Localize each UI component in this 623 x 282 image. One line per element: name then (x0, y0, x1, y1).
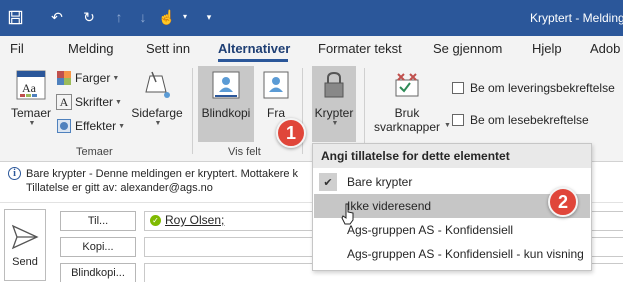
paint-bucket-icon (140, 68, 174, 102)
to-recipient[interactable]: ✓ Roy Olsen; (150, 213, 224, 227)
tab-hjelp[interactable]: Hjelp (532, 41, 562, 56)
bcc-label: Blindkopi (201, 106, 251, 120)
callout-badge-1: 1 (276, 118, 306, 148)
chevron-down-icon: ▼ (154, 120, 162, 127)
group-label-themes: Temaer (76, 146, 113, 158)
effects-label: Effekter (75, 119, 117, 133)
to-button[interactable]: Til... (60, 211, 136, 231)
voting-icon (390, 68, 424, 102)
fonts-button[interactable]: A Skrifter ▼ (56, 92, 122, 112)
save-icon[interactable] (6, 8, 24, 26)
tab-formater-tekst[interactable]: Formater tekst (318, 41, 402, 56)
checkbox-box[interactable] (452, 114, 464, 126)
menu-header: Angi tillatelse for dette elementet (313, 144, 591, 168)
page-color-button[interactable]: Sidefarge ▼ (130, 66, 184, 142)
menu-item-label: Ikke videresend (347, 199, 432, 213)
group-separator (192, 68, 193, 154)
menu-item-label: Ags-gruppen AS - Konfidensiell (347, 223, 514, 237)
palette-icon (56, 70, 72, 86)
redo-icon[interactable]: ↻ (80, 8, 98, 26)
effects-button[interactable]: Effekter ▼ (56, 116, 125, 136)
chevron-down-icon: ▼ (28, 120, 36, 127)
menu-item-encrypt-only[interactable]: ✔ Bare krypter (314, 170, 590, 194)
chevron-down-icon: ▼ (115, 98, 122, 106)
bcc-button[interactable]: Blindkopi... (60, 263, 136, 282)
encrypt-button[interactable]: Krypter ▼ (312, 66, 356, 142)
group-label-show-fields: Vis felt (228, 146, 261, 158)
window-title: Kryptert - Melding (530, 11, 623, 25)
people-icon (209, 68, 243, 102)
chevron-down-icon: ▼ (444, 122, 451, 129)
tab-sett-inn[interactable]: Sett inn (146, 41, 190, 56)
fonts-label: Skrifter (75, 95, 114, 109)
checkmark-icon: ✔ (319, 173, 337, 191)
bcc-toggle-button[interactable]: Blindkopi (198, 66, 254, 142)
group-separator (364, 68, 365, 154)
touch-mode-icon[interactable]: ☝ (158, 8, 176, 26)
menu-item-label: Bare krypter (347, 175, 413, 189)
encrypt-label: Krypter (314, 106, 354, 120)
colors-button[interactable]: Farger ▼ (56, 68, 119, 88)
delivery-receipt-checkbox[interactable]: Be om leveringsbekreftelse (452, 78, 615, 98)
svg-text:Aa: Aa (22, 81, 37, 95)
send-label: Send (12, 256, 38, 268)
chevron-down-icon: ▼ (112, 74, 120, 82)
page-color-label: Sidefarge (131, 106, 183, 120)
check-icon: ✓ (150, 214, 161, 226)
read-receipt-label: Be om lesebekreftelse (470, 113, 589, 127)
callout-badge-2: 2 (548, 187, 578, 217)
cc-button[interactable]: Kopi... (60, 237, 136, 257)
delivery-receipt-label: Be om leveringsbekreftelse (470, 81, 615, 95)
colors-label: Farger (75, 71, 111, 85)
hand-cursor-icon (341, 203, 354, 225)
menu-item-confidential-view-only[interactable]: Ags-gruppen AS - Konfidensiell - kun vis… (314, 242, 590, 266)
arrow-down-icon[interactable]: ↓ (134, 8, 152, 26)
from-label: Fra (267, 106, 285, 120)
info-message-line2: Tillatelse er gitt av: alexander@ags.no (26, 182, 213, 194)
tab-melding[interactable]: Melding (68, 41, 114, 56)
themes-label: Temaer (10, 106, 51, 120)
lock-icon (317, 68, 351, 102)
chevron-down-icon: ▼ (331, 120, 339, 127)
send-button[interactable]: Send (4, 209, 46, 281)
undo-icon[interactable]: ↶ (48, 8, 66, 26)
info-message-line1: Bare krypter - Denne meldingen er krypte… (26, 168, 299, 180)
touch-caret-icon[interactable]: ▾ (176, 8, 194, 26)
checkbox-box[interactable] (452, 82, 464, 94)
tab-fil[interactable]: Fil (10, 41, 24, 56)
effects-icon (56, 118, 72, 134)
send-icon (11, 224, 39, 250)
tab-adobe[interactable]: Adob (590, 41, 620, 56)
people-icon (259, 68, 293, 102)
arrow-up-icon[interactable]: ↑ (110, 8, 128, 26)
voting-label-line2: svarknapper (373, 120, 441, 134)
tab-se-gjennom[interactable]: Se gjennom (433, 41, 502, 56)
themes-icon: Aa (14, 68, 48, 102)
voting-buttons-button[interactable]: Bruk svarknapper (370, 66, 444, 142)
menu-item-label: Ags-gruppen AS - Konfidensiell - kun vis… (347, 247, 584, 261)
tab-alternativer[interactable]: Alternativer (218, 41, 290, 56)
recipient-name: Roy Olsen; (165, 213, 225, 227)
chevron-down-icon: ▼ (118, 122, 126, 130)
read-receipt-checkbox[interactable]: Be om lesebekreftelse (452, 110, 589, 130)
menu-item-confidential[interactable]: Ags-gruppen AS - Konfidensiell (314, 218, 590, 242)
ribbon-tabs: Fil Melding Sett inn Alternativer Format… (0, 36, 623, 62)
voting-label-line1: Bruk (394, 106, 420, 120)
customize-icon[interactable]: ▾ (200, 8, 218, 26)
title-bar: ↶ ↻ ↑ ↓ ☝ ▾ ▾ Kryptert - Melding (0, 0, 623, 36)
themes-button[interactable]: Aa Temaer ▼ (8, 66, 54, 142)
font-a-icon: A (56, 94, 72, 110)
info-icon: i (8, 167, 21, 180)
